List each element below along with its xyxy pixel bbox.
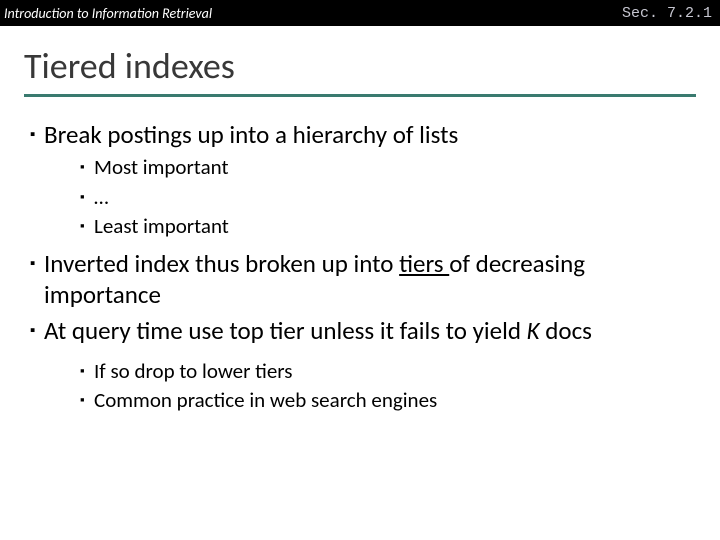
bullet-l1: ▪ Break postings up into a hierarchy of …	[30, 119, 696, 150]
bullet-text: At query time use top tier unless it fai…	[44, 315, 696, 346]
bullet-text: Common practice in web search engines	[94, 387, 696, 414]
square-bullet-icon: ▪	[80, 213, 94, 236]
square-bullet-icon: ▪	[80, 358, 94, 381]
bullet-text: Break postings up into a hierarchy of li…	[44, 119, 696, 150]
bullet-l1: ▪ Inverted index thus broken up into tie…	[30, 248, 696, 311]
bullet-text: If so drop to lower tiers	[94, 358, 696, 385]
content-area: ▪ Break postings up into a hierarchy of …	[24, 119, 696, 414]
section-label: Sec. 7.2.1	[622, 5, 712, 22]
square-bullet-icon: ▪	[80, 154, 94, 177]
square-bullet-icon: ▪	[80, 387, 94, 410]
bullet-text: Inverted index thus broken up into tiers…	[44, 248, 696, 311]
square-bullet-icon: ▪	[30, 119, 44, 145]
slide-title: Tiered indexes	[24, 44, 696, 88]
bullet-l2: ▪ Least important	[80, 213, 696, 240]
bullet-l2: ▪ Most important	[80, 154, 696, 181]
header-bar: Introduction to Information Retrieval Se…	[0, 0, 720, 26]
bullet-l2: ▪ …	[80, 184, 696, 211]
square-bullet-icon: ▪	[30, 248, 44, 274]
bullet-l1: ▪ At query time use top tier unless it f…	[30, 315, 696, 346]
bullet-text: Most important	[94, 154, 696, 181]
slide-body: Tiered indexes ▪ Break postings up into …	[0, 26, 720, 414]
bullet-text: Least important	[94, 213, 696, 240]
square-bullet-icon: ▪	[80, 184, 94, 207]
title-underline	[24, 94, 696, 97]
square-bullet-icon: ▪	[30, 315, 44, 341]
bullet-l2: ▪ Common practice in web search engines	[80, 387, 696, 414]
bullet-l2: ▪ If so drop to lower tiers	[80, 358, 696, 385]
bullet-text: …	[94, 184, 696, 211]
course-title: Introduction to Information Retrieval	[4, 5, 212, 22]
